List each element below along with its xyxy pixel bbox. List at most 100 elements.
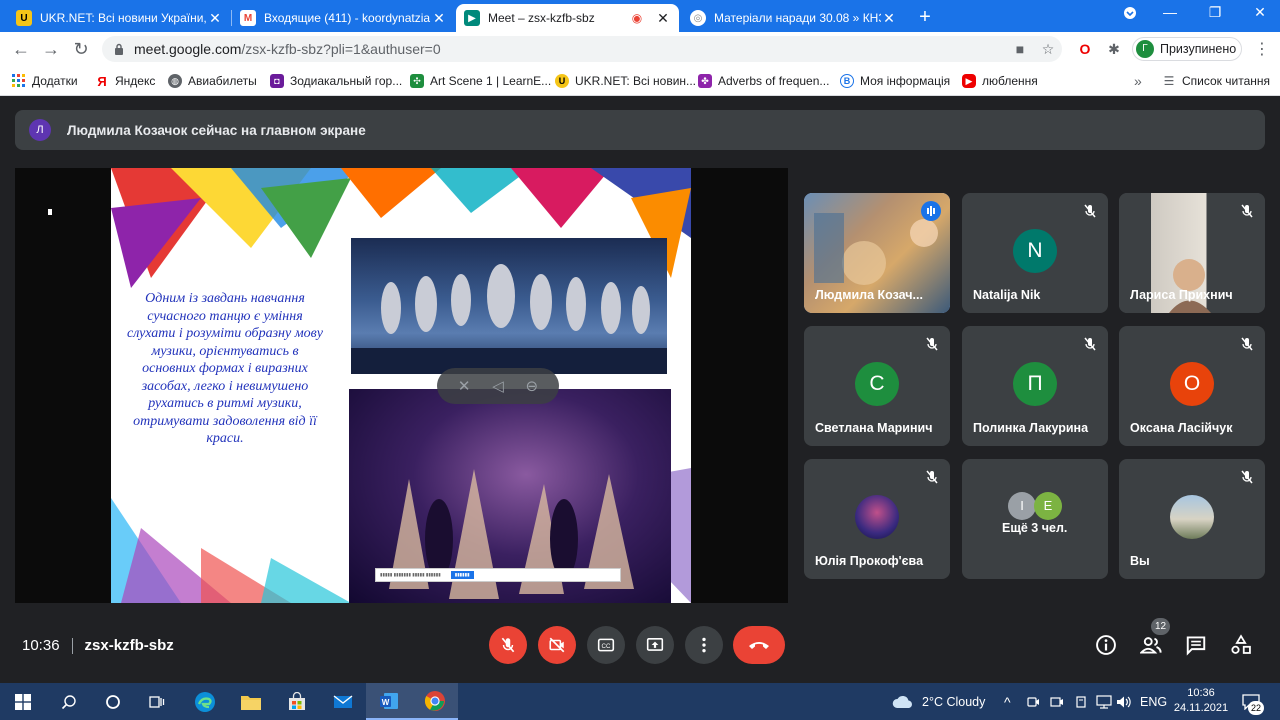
- meeting-details-button[interactable]: [1094, 633, 1118, 657]
- more-options-button[interactable]: [685, 626, 723, 664]
- mic-toggle-button[interactable]: [489, 626, 527, 664]
- gmail-icon: M: [240, 10, 256, 26]
- bookmark-aviabilety[interactable]: ◍ Авиабилеты: [168, 72, 257, 90]
- close-icon[interactable]: ✕: [881, 10, 897, 27]
- more-participants-tile[interactable]: І Е Ещё 3 чел.: [962, 459, 1108, 579]
- back-arrow-icon[interactable]: ←: [10, 38, 32, 60]
- search-button[interactable]: [46, 683, 92, 720]
- participant-tile[interactable]: N Natalija Nik: [962, 193, 1108, 313]
- window-close-icon[interactable]: ✕: [1248, 4, 1272, 21]
- reading-list-button[interactable]: ☰ Список читання: [1162, 72, 1270, 90]
- taskbar-mail[interactable]: [320, 683, 366, 720]
- present-icon: [646, 638, 664, 651]
- participant-name: Светлана Маринич: [815, 421, 933, 435]
- people-button[interactable]: [1139, 633, 1163, 657]
- captions-button[interactable]: CC: [587, 626, 625, 664]
- bookmark-my-info[interactable]: B Моя інформація: [840, 72, 950, 90]
- tab-meet[interactable]: ▶ Meet – zsx-kzfb-sbz ◉ ✕: [456, 4, 679, 32]
- participant-tile[interactable]: О Оксана Ласійчук: [1119, 326, 1265, 446]
- chrome-icon: [424, 690, 445, 711]
- tab-knz[interactable]: ◎ Матеріали наради 30.08 » КНЗ « ✕: [682, 4, 905, 32]
- chat-button[interactable]: [1184, 633, 1208, 657]
- participant-tile[interactable]: Людмила Козач...: [804, 193, 950, 313]
- tray-meet-icon[interactable]: [1026, 683, 1040, 720]
- weather-widget[interactable]: 2°C Cloudy: [892, 683, 985, 720]
- taskbar-edge[interactable]: [182, 683, 228, 720]
- activities-button[interactable]: [1229, 633, 1253, 657]
- avatar: [855, 495, 899, 539]
- camera-icon[interactable]: ■: [1012, 41, 1028, 57]
- leave-call-button[interactable]: [733, 626, 785, 664]
- bookmark-adverbs[interactable]: ✤ Adverbs of frequen...: [698, 72, 829, 90]
- taskbar-chrome[interactable]: [412, 683, 458, 720]
- address-bar[interactable]: meet.google.com/zsx-kzfb-sbz?pli=1&authu…: [102, 36, 1062, 62]
- folder-icon: [241, 695, 261, 710]
- activities-icon: [1231, 634, 1251, 654]
- task-view-button[interactable]: [134, 683, 180, 720]
- tab-search-icon[interactable]: [1118, 6, 1142, 23]
- tray-overflow-icon[interactable]: ^: [1004, 683, 1011, 720]
- taskbar-word[interactable]: W: [366, 683, 412, 720]
- profile-button[interactable]: Г Призупинено: [1132, 37, 1242, 61]
- mic-off-icon[interactable]: ✕: [458, 377, 471, 395]
- bookmark-youtube[interactable]: ▶ люблення: [962, 72, 1038, 90]
- avatar: Е: [1034, 492, 1062, 520]
- restore-icon[interactable]: ❐: [1203, 4, 1227, 21]
- participant-name: Лариса Прихнич: [1130, 288, 1233, 302]
- bookmark-art-scene[interactable]: ✣ Art Scene 1 | LearnE...: [410, 72, 551, 90]
- bookmark-zodiac[interactable]: ◘ Зодиакальный гор...: [270, 72, 402, 90]
- tab-gmail[interactable]: M Входящие (411) - koordynatzia@ ✕: [232, 4, 455, 32]
- minimize-icon[interactable]: —: [1158, 4, 1182, 20]
- presenter-banner: Л Людмила Козачок сейчас на главном экра…: [15, 110, 1265, 150]
- volume-icon[interactable]: [1116, 683, 1132, 720]
- bookmarks-more-button[interactable]: »: [1134, 72, 1142, 90]
- participant-tile-self[interactable]: Вы: [1119, 459, 1265, 579]
- main-stage[interactable]: Одним із завдань навчання сучасного танц…: [15, 168, 788, 603]
- tray-video-icon[interactable]: [1050, 683, 1064, 720]
- tab-strip: U UKR.NET: Всі новини України, ос ✕ M Вх…: [0, 0, 1280, 32]
- dance-photo-top: [351, 238, 667, 374]
- taskbar-store[interactable]: [274, 683, 320, 720]
- participant-tile[interactable]: С Светлана Маринич: [804, 326, 950, 446]
- avatar: П: [1013, 362, 1057, 406]
- browser-menu-icon[interactable]: ⋮: [1254, 39, 1270, 59]
- participant-name: Ещё 3 чел.: [1002, 521, 1068, 535]
- apps-grid-icon: [12, 74, 26, 88]
- mic-off-icon: [501, 637, 515, 653]
- participant-tile[interactable]: Лариса Прихнич: [1119, 193, 1265, 313]
- network-icon[interactable]: [1096, 683, 1112, 720]
- present-button[interactable]: [636, 626, 674, 664]
- tray-usb-icon[interactable]: [1074, 683, 1088, 720]
- forward-arrow-icon[interactable]: →: [40, 38, 62, 60]
- close-icon[interactable]: ✕: [207, 10, 223, 27]
- avatar: С: [855, 362, 899, 406]
- remove-icon[interactable]: ⊖: [526, 377, 539, 395]
- participant-tile[interactable]: П Полинка Лакурина: [962, 326, 1108, 446]
- tab-ukrnet[interactable]: U UKR.NET: Всі новини України, ос ✕: [8, 4, 231, 32]
- bookmark-yandex[interactable]: Я Яндекс: [95, 72, 155, 90]
- taskbar-file-explorer[interactable]: [228, 683, 274, 720]
- close-icon[interactable]: ✕: [655, 10, 671, 27]
- bookmark-apps[interactable]: Додатки: [12, 72, 78, 90]
- url-path: /zsx-kzfb-sbz?pli=1&authuser=0: [241, 41, 441, 57]
- people-icon: [1140, 637, 1162, 654]
- volume-off-icon[interactable]: ◁: [492, 377, 504, 395]
- participant-name: Оксана Ласійчук: [1130, 421, 1233, 435]
- bookmark-ukrnet[interactable]: U UKR.NET: Всі новин...: [555, 72, 696, 90]
- system-clock[interactable]: 10:36 24.11.2021: [1168, 686, 1234, 716]
- notification-count-badge: 22: [1248, 701, 1264, 715]
- opera-icon[interactable]: O: [1077, 41, 1093, 57]
- youtube-icon: ▶: [962, 74, 976, 88]
- new-tab-button[interactable]: +: [914, 6, 936, 29]
- close-icon[interactable]: ✕: [431, 10, 447, 27]
- cloud-icon: [892, 695, 912, 708]
- avatar: І: [1008, 492, 1036, 520]
- cortana-button[interactable]: [90, 683, 136, 720]
- participant-tile[interactable]: Юлія Прокоф'єва: [804, 459, 950, 579]
- reload-icon[interactable]: ↻: [70, 38, 92, 60]
- bookmark-star-icon[interactable]: ☆: [1040, 41, 1056, 57]
- language-indicator[interactable]: ENG: [1140, 683, 1167, 720]
- extensions-icon[interactable]: ✱: [1106, 41, 1122, 57]
- start-button[interactable]: [0, 683, 46, 720]
- camera-toggle-button[interactable]: [538, 626, 576, 664]
